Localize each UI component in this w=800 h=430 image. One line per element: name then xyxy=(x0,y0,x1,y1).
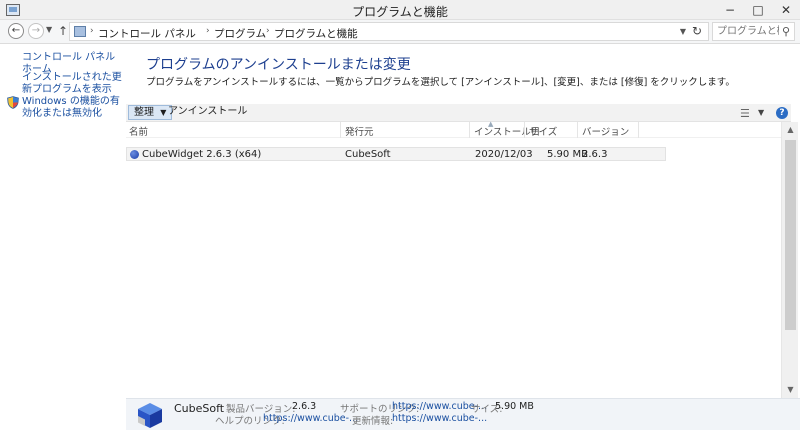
table-row[interactable]: CubeWidget 2.6.3 (x64) CubeSoft 2020/12/… xyxy=(126,147,666,161)
size-value: 5.90 MB xyxy=(495,401,534,412)
column-header-name[interactable]: 名前 xyxy=(129,124,148,138)
help-icon[interactable]: ? xyxy=(776,107,788,119)
column-headers: 名前 発行元 ▲ インストール日 サイズ バージョン xyxy=(126,120,781,138)
cube-app-icon xyxy=(138,403,162,428)
column-divider[interactable] xyxy=(524,122,525,138)
details-pane: CubeSoft 製品バージョン: 2.6.3 サポートのリンク: https:… xyxy=(126,398,800,430)
recent-locations-dropdown-icon[interactable]: ▼ xyxy=(46,25,52,34)
view-installed-updates-link[interactable]: インストールされた更新プログラムを表示 xyxy=(22,72,122,96)
page-instructions: プログラムをアンインストールするには、一覧からプログラムを選択して [アンインス… xyxy=(146,77,735,88)
view-dropdown-icon[interactable]: ▼ xyxy=(758,108,764,117)
column-header-publisher[interactable]: 発行元 xyxy=(345,124,374,138)
close-button[interactable]: ✕ xyxy=(772,0,800,20)
column-divider[interactable] xyxy=(469,122,470,138)
vertical-scrollbar[interactable]: ▲ ▼ xyxy=(781,122,798,398)
search-box[interactable]: ⚲ xyxy=(712,22,795,41)
scroll-down-icon[interactable]: ▼ xyxy=(782,382,799,398)
help-link[interactable]: https://www.cube-... xyxy=(263,413,358,424)
program-version: 2.6.3 xyxy=(582,149,608,160)
update-info-link[interactable]: https://www.cube-... xyxy=(392,413,487,424)
forward-arrow-icon[interactable]: → xyxy=(28,23,44,39)
program-name: CubeWidget 2.6.3 (x64) xyxy=(142,149,262,160)
scroll-up-icon[interactable]: ▲ xyxy=(782,122,799,138)
product-version-value: 2.6.3 xyxy=(292,401,317,412)
left-navigation-pane: コントロール パネル ホーム インストールされた更新プログラムを表示 Windo… xyxy=(0,44,125,430)
program-publisher: CubeSoft xyxy=(345,149,391,160)
breadcrumb-separator-icon[interactable]: › xyxy=(266,26,270,36)
maximize-button[interactable]: □ xyxy=(744,0,772,20)
column-header-version[interactable]: バージョン xyxy=(582,124,629,138)
back-arrow-icon[interactable]: ← xyxy=(8,23,24,39)
command-bar: 整理 ▼ アンインストール ☰ ▼ ? xyxy=(126,104,791,122)
breadcrumb-programs[interactable]: プログラム xyxy=(214,26,266,41)
column-header-size[interactable]: サイズ xyxy=(529,124,557,138)
update-info-label: 更新情報: xyxy=(352,416,394,427)
address-box[interactable]: › コントロール パネル › プログラム › プログラムと機能 ▼ ↻ xyxy=(69,22,709,41)
shield-icon xyxy=(7,96,19,109)
column-divider[interactable] xyxy=(577,122,578,138)
refresh-icon[interactable]: ↻ xyxy=(692,24,702,38)
uninstall-button[interactable]: アンインストール xyxy=(164,105,251,120)
program-installed-on: 2020/12/03 xyxy=(475,149,533,160)
up-arrow-icon[interactable]: ↑ xyxy=(58,24,68,38)
address-row: ← → ▼ ↑ › コントロール パネル › プログラム › プログラムと機能 … xyxy=(0,20,800,44)
window-title: プログラムと機能 xyxy=(352,5,448,19)
column-divider[interactable] xyxy=(638,122,639,138)
search-icon[interactable]: ⚲ xyxy=(782,25,790,38)
search-input[interactable] xyxy=(713,23,779,40)
windows-features-link[interactable]: Windows の機能の有効化または無効化 xyxy=(22,96,124,120)
breadcrumb-programs-and-features[interactable]: プログラムと機能 xyxy=(274,26,358,41)
control-panel-icon xyxy=(74,26,86,37)
column-divider[interactable] xyxy=(340,122,341,138)
cubewidget-app-icon xyxy=(130,150,139,159)
scrollbar-thumb[interactable] xyxy=(785,140,796,330)
title-bar: プログラムと機能 − □ ✕ xyxy=(0,0,800,20)
page-title: プログラムのアンインストールまたは変更 xyxy=(146,57,411,73)
breadcrumb-separator-icon[interactable]: › xyxy=(90,26,94,36)
minimize-button[interactable]: − xyxy=(716,0,744,20)
organize-label: 整理 xyxy=(134,107,154,118)
address-dropdown-icon[interactable]: ▼ xyxy=(680,27,686,36)
breadcrumb-control-panel[interactable]: コントロール パネル xyxy=(98,26,196,41)
breadcrumb-separator-icon[interactable]: › xyxy=(206,26,210,36)
view-options-icon[interactable]: ☰ xyxy=(740,107,750,120)
